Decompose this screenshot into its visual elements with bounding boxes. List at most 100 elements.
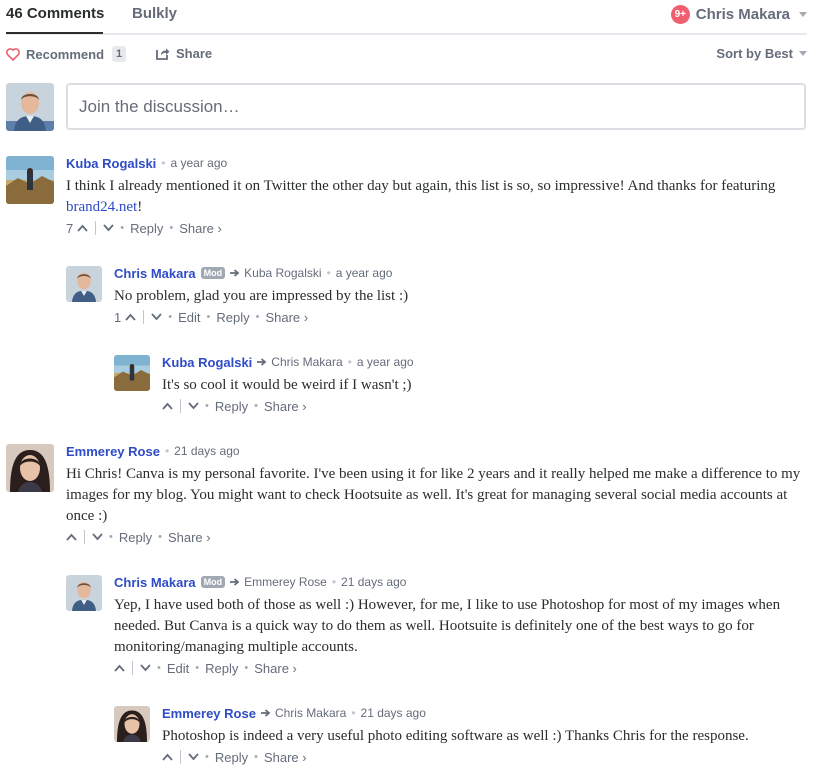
recommend-button[interactable]: Recommend 1 bbox=[6, 46, 127, 62]
comment: Chris Makara Mod Kuba Rogalski • a year … bbox=[66, 264, 806, 326]
comment-timestamp[interactable]: a year ago bbox=[336, 266, 393, 280]
reply-arrow-icon bbox=[230, 269, 240, 277]
reply-arrow-icon bbox=[257, 358, 267, 366]
upvote-button[interactable] bbox=[66, 533, 77, 541]
chevron-down-icon bbox=[103, 224, 114, 232]
comment-input[interactable]: Join the discussion… bbox=[66, 83, 806, 130]
in-reply-to[interactable]: Kuba Rogalski bbox=[230, 266, 322, 280]
chevron-up-icon bbox=[114, 664, 125, 672]
comment: Kuba Rogalski • a year ago I think I alr… bbox=[6, 154, 806, 236]
upvote-button[interactable]: 1 bbox=[114, 310, 136, 325]
recommend-label: Recommend bbox=[26, 46, 105, 62]
comment-timestamp[interactable]: 21 days ago bbox=[174, 444, 239, 458]
upvote-button[interactable]: 7 bbox=[66, 221, 88, 236]
comment-text-part: ! bbox=[137, 199, 143, 215]
reply-arrow-icon bbox=[260, 709, 271, 717]
share-link[interactable]: Share › bbox=[168, 530, 211, 545]
chevron-down-icon bbox=[188, 753, 199, 761]
comment-timestamp[interactable]: 21 days ago bbox=[361, 706, 426, 720]
comment-text: Photoshop is indeed a very useful photo … bbox=[162, 728, 749, 744]
vote-count: 1 bbox=[114, 309, 122, 325]
avatar[interactable] bbox=[114, 706, 150, 742]
comment-footer: • Reply • Share › bbox=[66, 529, 806, 545]
comment-footer: 1 • Edit • Reply • Share › bbox=[114, 309, 309, 325]
downvote-button[interactable] bbox=[103, 224, 114, 232]
comment: Emmerey Rose Chris Makara • 21 days ago … bbox=[114, 704, 806, 766]
downvote-button[interactable] bbox=[188, 402, 199, 410]
mod-badge: Mod bbox=[200, 267, 226, 279]
comment-text: No problem, glad you are impressed by th… bbox=[114, 288, 409, 304]
comment-text: I think I already mentioned it on Twitte… bbox=[66, 176, 806, 218]
reply-to-name: Emmerey Rose bbox=[244, 575, 327, 589]
comment-footer: 7 • Reply • Share › bbox=[66, 220, 222, 236]
comment-text-part: I think I already mentioned it on Twitte… bbox=[66, 178, 776, 194]
downvote-button[interactable] bbox=[140, 664, 151, 672]
tab-community[interactable]: Bulkly bbox=[132, 5, 177, 23]
share-button[interactable]: Share bbox=[156, 46, 212, 61]
comment: Emmerey Rose • 21 days ago Hi Chris! Can… bbox=[6, 442, 806, 546]
recommend-count: 1 bbox=[112, 46, 127, 62]
mod-badge: Mod bbox=[200, 576, 226, 588]
avatar[interactable] bbox=[66, 575, 102, 611]
avatar[interactable] bbox=[6, 156, 54, 204]
sort-dropdown[interactable]: Sort by Best bbox=[716, 46, 807, 61]
chevron-down-icon bbox=[151, 313, 162, 321]
comment-author[interactable]: Chris Makara bbox=[114, 575, 196, 590]
user-name[interactable]: Chris Makara bbox=[696, 6, 790, 23]
upvote-button[interactable] bbox=[162, 753, 173, 761]
share-link[interactable]: Share › bbox=[179, 221, 222, 236]
comment-footer: • Reply • Share › bbox=[162, 398, 806, 414]
comment-author[interactable]: Emmerey Rose bbox=[66, 444, 160, 459]
reply-link[interactable]: Reply bbox=[216, 310, 249, 325]
comment-timestamp[interactable]: a year ago bbox=[357, 355, 414, 369]
reply-to-name: Kuba Rogalski bbox=[244, 266, 322, 280]
share-link[interactable]: Share › bbox=[264, 399, 307, 414]
comment-author[interactable]: Emmerey Rose bbox=[162, 706, 256, 721]
notification-badge[interactable]: 9+ bbox=[670, 4, 690, 24]
chevron-down-icon bbox=[140, 664, 151, 672]
upvote-button[interactable] bbox=[162, 402, 173, 410]
in-reply-to[interactable]: Emmerey Rose bbox=[230, 575, 327, 589]
downvote-button[interactable] bbox=[188, 753, 199, 761]
chevron-up-icon bbox=[162, 753, 173, 761]
avatar[interactable] bbox=[114, 355, 150, 391]
avatar[interactable] bbox=[66, 266, 102, 302]
comment-author[interactable]: Kuba Rogalski bbox=[66, 156, 156, 171]
downvote-button[interactable] bbox=[151, 313, 162, 321]
edit-link[interactable]: Edit bbox=[167, 661, 189, 676]
reply-link[interactable]: Reply bbox=[215, 750, 248, 765]
upvote-button[interactable] bbox=[114, 664, 125, 672]
chevron-down-icon bbox=[188, 402, 199, 410]
reply-to-name: Chris Makara bbox=[274, 706, 347, 720]
comment-text: Yep, I have used both of those as well :… bbox=[114, 597, 781, 655]
edit-link[interactable]: Edit bbox=[178, 310, 200, 325]
share-link[interactable]: Share › bbox=[265, 310, 308, 325]
reply-link[interactable]: Reply bbox=[130, 221, 163, 236]
user-menu[interactable]: 9+ Chris Makara bbox=[670, 4, 807, 24]
avatar[interactable] bbox=[6, 444, 54, 492]
downvote-button[interactable] bbox=[92, 533, 103, 541]
top-nav: 46 Comments Bulkly 9+ Chris Makara bbox=[6, 0, 807, 35]
chevron-up-icon bbox=[66, 533, 77, 541]
chevron-down-icon bbox=[92, 533, 103, 541]
comment-author[interactable]: Chris Makara bbox=[114, 266, 196, 281]
chevron-up-icon bbox=[162, 402, 173, 410]
reply-link[interactable]: Reply bbox=[215, 399, 248, 414]
reply-link[interactable]: Reply bbox=[119, 530, 152, 545]
comment-link[interactable]: brand24.net bbox=[66, 199, 137, 215]
share-link[interactable]: Share › bbox=[264, 750, 307, 765]
avatar[interactable] bbox=[6, 83, 54, 131]
sort-label: Sort by Best bbox=[716, 46, 793, 61]
reply-link[interactable]: Reply bbox=[205, 661, 238, 676]
in-reply-to[interactable]: Chris Makara bbox=[257, 355, 343, 369]
comment: Chris Makara Mod Emmerey Rose • 21 days … bbox=[66, 573, 806, 677]
comment: Kuba Rogalski Chris Makara • a year ago … bbox=[114, 353, 806, 415]
comment-author[interactable]: Kuba Rogalski bbox=[162, 355, 252, 370]
share-link[interactable]: Share › bbox=[254, 661, 297, 676]
tab-comments[interactable]: 46 Comments bbox=[6, 5, 104, 34]
in-reply-to[interactable]: Chris Makara bbox=[260, 706, 347, 720]
chevron-down-icon[interactable] bbox=[799, 11, 807, 17]
comment-footer: • Reply • Share › bbox=[162, 749, 806, 765]
comment-timestamp[interactable]: a year ago bbox=[171, 156, 228, 170]
comment-timestamp[interactable]: 21 days ago bbox=[341, 575, 406, 589]
